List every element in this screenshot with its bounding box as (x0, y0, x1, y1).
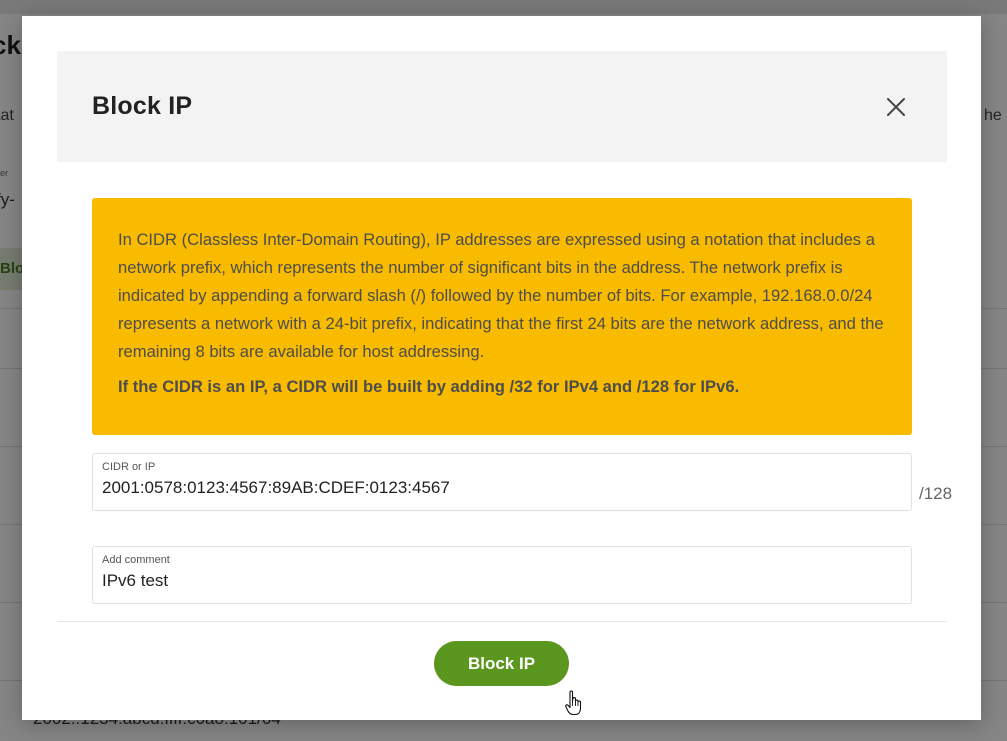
cidr-field[interactable]: CIDR or IP (92, 453, 912, 511)
cidr-suffix: /128 (919, 484, 953, 503)
footer-divider (57, 621, 947, 622)
dialog-header: Block IP (57, 51, 947, 162)
block-ip-dialog: Block IP In CIDR (Classless Inter-Domain… (22, 16, 981, 720)
comment-field-label: Add comment (102, 554, 170, 566)
cidr-info-text: In CIDR (Classless Inter-Domain Routing)… (118, 230, 884, 361)
cidr-info-note: If the CIDR is an IP, a CIDR will be bui… (118, 377, 740, 396)
cidr-input[interactable] (102, 478, 892, 498)
cidr-info-alert: In CIDR (Classless Inter-Domain Routing)… (92, 198, 912, 435)
hand-cursor-icon (565, 690, 582, 716)
comment-input[interactable] (102, 571, 892, 591)
cidr-field-label: CIDR or IP (102, 461, 156, 473)
comment-field[interactable]: Add comment (92, 546, 912, 604)
dialog-title: Block IP (92, 92, 193, 120)
close-icon[interactable] (883, 94, 909, 120)
block-ip-button[interactable]: Block IP (434, 641, 569, 686)
